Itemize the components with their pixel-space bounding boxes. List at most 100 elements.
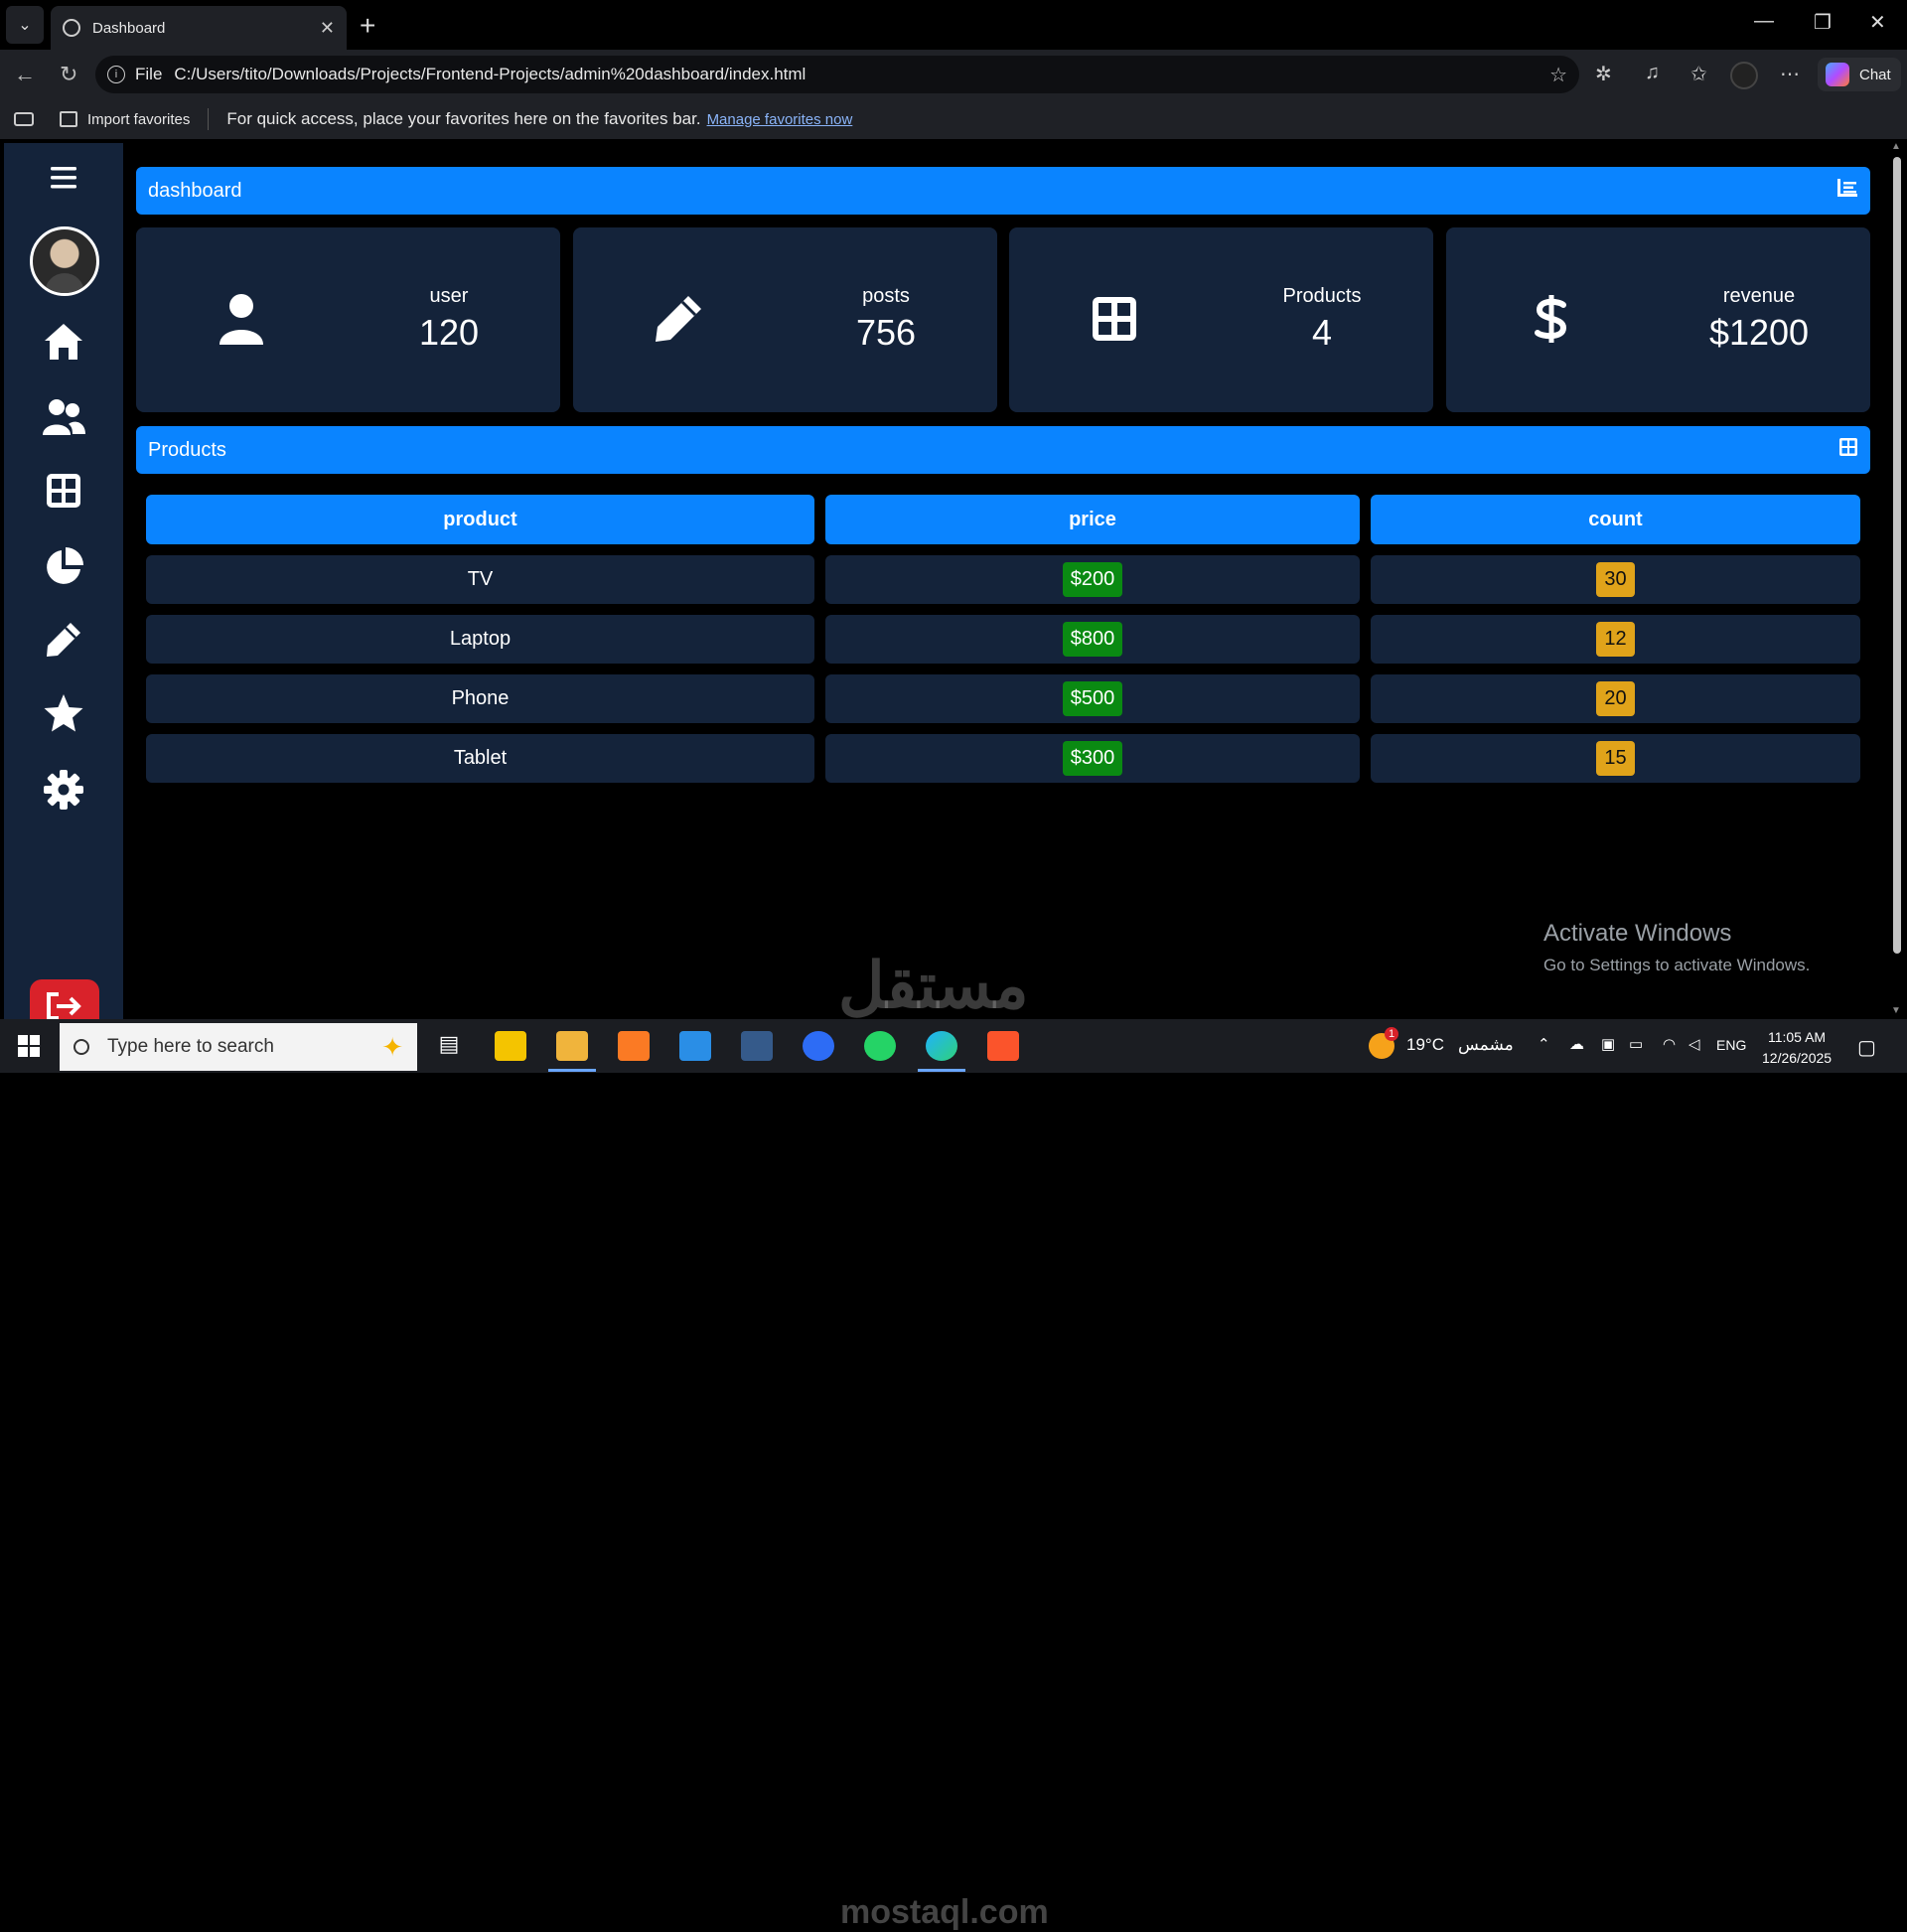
browser-essentials-icon[interactable]: ♫: [1645, 62, 1660, 84]
table-cell-count: 30: [1371, 555, 1860, 604]
pencil-icon: [656, 296, 701, 342]
taskbar-search[interactable]: Type here to search ✦: [60, 1023, 417, 1071]
chevron-down-icon: ⌄: [18, 17, 32, 34]
activate-subtitle: Go to Settings to activate Windows.: [1543, 956, 1811, 974]
table-cell-price: $200: [825, 555, 1360, 604]
address-toolbar: ← ↻ i File C:/Users/tito/Downloads/Proje…: [0, 50, 1907, 99]
info-icon[interactable]: i: [107, 66, 125, 83]
divider: [208, 108, 210, 130]
list-icon[interactable]: [1836, 178, 1858, 204]
table-cell-price: $800: [825, 615, 1360, 664]
menu-toggle-button[interactable]: [4, 165, 123, 191]
sidebar-item-home[interactable]: [4, 322, 123, 362]
brave-icon[interactable]: [987, 1031, 1019, 1061]
browser-tab-bar: ⌄ Dashboard ✕ + — ❐ ✕: [0, 0, 1907, 50]
scroll-down-icon[interactable]: ▼: [1891, 1005, 1901, 1016]
tab-actions-menu-button[interactable]: ⌄: [6, 6, 44, 44]
meet-now-icon[interactable]: ▣: [1601, 1035, 1615, 1053]
import-favorites-label: Import favorites: [87, 110, 191, 128]
wifi-icon[interactable]: ◠: [1663, 1035, 1676, 1053]
table-cell-count: 12: [1371, 615, 1860, 664]
user-icon: [220, 294, 263, 345]
count-badge: 12: [1596, 622, 1635, 657]
weather-temp[interactable]: 19°C: [1406, 1035, 1444, 1055]
favorites-bar-icon[interactable]: [14, 112, 34, 126]
new-tab-button[interactable]: +: [360, 10, 375, 42]
sidebar-item-settings[interactable]: [4, 769, 123, 811]
volume-icon[interactable]: ◁: [1688, 1035, 1700, 1053]
stat-card-users: user 120: [136, 227, 560, 412]
table-cell-count: 20: [1371, 674, 1860, 723]
table-icon[interactable]: [1838, 437, 1858, 463]
stat-card-products: Products 4: [1009, 227, 1433, 412]
restore-button[interactable]: ❐: [1814, 10, 1832, 35]
clock-time: 11:05 AM: [1767, 1029, 1827, 1045]
back-button[interactable]: ←: [14, 62, 36, 87]
hamburger-icon: [51, 167, 76, 189]
pencil-icon: [47, 623, 80, 657]
sidebar-item-grid[interactable]: [4, 473, 123, 509]
close-tab-icon[interactable]: ✕: [320, 18, 335, 39]
logout-button[interactable]: [30, 979, 99, 1019]
count-badge: 30: [1596, 562, 1635, 597]
windows-start-button[interactable]: [18, 1035, 40, 1057]
xampp-icon[interactable]: [618, 1031, 650, 1061]
page-viewport: dashboard user 120 posts 756 Products 4 …: [0, 139, 1907, 1019]
vscode-icon[interactable]: [679, 1031, 711, 1061]
minimize-button[interactable]: —: [1754, 10, 1774, 33]
whatsapp-icon[interactable]: [864, 1031, 896, 1061]
edge-icon[interactable]: [926, 1031, 957, 1061]
column-header-product[interactable]: product: [146, 495, 814, 544]
page-scrollbar[interactable]: ▲ ▼: [1887, 139, 1907, 1019]
weather-desc[interactable]: مشمس: [1458, 1035, 1514, 1055]
extensions-icon[interactable]: ✲: [1595, 62, 1612, 86]
table-cell-price: $500: [825, 674, 1360, 723]
pie-chart-icon: [47, 547, 83, 584]
mysql-workbench-icon[interactable]: [741, 1031, 773, 1061]
task-view-icon[interactable]: ▤: [433, 1031, 465, 1061]
refresh-button[interactable]: ↻: [60, 62, 77, 87]
import-favorites-button[interactable]: Import favorites: [60, 111, 190, 128]
profile-avatar[interactable]: [1730, 62, 1758, 89]
browser-tab[interactable]: Dashboard ✕: [51, 6, 347, 50]
table-cell-product: Tablet: [146, 734, 814, 783]
manage-favorites-link[interactable]: Manage favorites now: [707, 111, 853, 128]
table-cell-count: 15: [1371, 734, 1860, 783]
column-header-price[interactable]: price: [825, 495, 1360, 544]
chevron-up-icon[interactable]: ⌃: [1538, 1035, 1550, 1053]
products-title: Products: [148, 438, 226, 461]
network-status-icon[interactable]: ☁: [1569, 1035, 1584, 1053]
favorite-star-icon[interactable]: ☆: [1549, 63, 1567, 87]
table-cell-product: Phone: [146, 674, 814, 723]
sidebar: [4, 143, 123, 1019]
clock[interactable]: 11:05 AM 12/26/2025: [1762, 1027, 1832, 1069]
favorites-icon[interactable]: ✩: [1690, 62, 1707, 86]
notifications-icon[interactable]: ▢: [1857, 1035, 1876, 1060]
battery-icon[interactable]: ▭: [1629, 1035, 1643, 1053]
sidebar-item-favorites[interactable]: [4, 693, 123, 733]
copilot-chat-button[interactable]: Chat: [1818, 58, 1901, 91]
zoom-icon[interactable]: [803, 1031, 834, 1061]
avatar[interactable]: [30, 226, 99, 296]
url-bar[interactable]: i File C:/Users/tito/Downloads/Projects/…: [95, 56, 1579, 93]
sidebar-item-users[interactable]: [4, 397, 123, 437]
close-window-button[interactable]: ✕: [1869, 10, 1886, 35]
stat-value: 120: [418, 312, 480, 353]
favorites-message: For quick access, place your favorites h…: [226, 109, 701, 128]
scroll-up-icon[interactable]: ▲: [1891, 141, 1901, 152]
stat-label: revenue: [1722, 285, 1796, 307]
scrollbar-thumb[interactable]: [1893, 157, 1901, 954]
file-explorer-icon[interactable]: [556, 1031, 588, 1061]
language-indicator[interactable]: ENG: [1716, 1037, 1746, 1053]
count-badge: 15: [1596, 741, 1635, 776]
sidebar-item-charts[interactable]: [4, 546, 123, 588]
url-text: C:/Users/tito/Downloads/Projects/Fronten…: [174, 65, 807, 83]
stat-label: user: [429, 285, 469, 307]
sticky-notes-icon[interactable]: [495, 1031, 526, 1061]
sidebar-item-edit[interactable]: [4, 620, 123, 660]
column-header-count[interactable]: count: [1371, 495, 1860, 544]
table-cell-price: $300: [825, 734, 1360, 783]
more-options-icon[interactable]: ⋯: [1780, 62, 1800, 86]
taskbar: Type here to search ✦ ▤ mostaql.com 1 19…: [0, 1019, 1907, 1931]
search-placeholder: Type here to search: [107, 1036, 274, 1057]
